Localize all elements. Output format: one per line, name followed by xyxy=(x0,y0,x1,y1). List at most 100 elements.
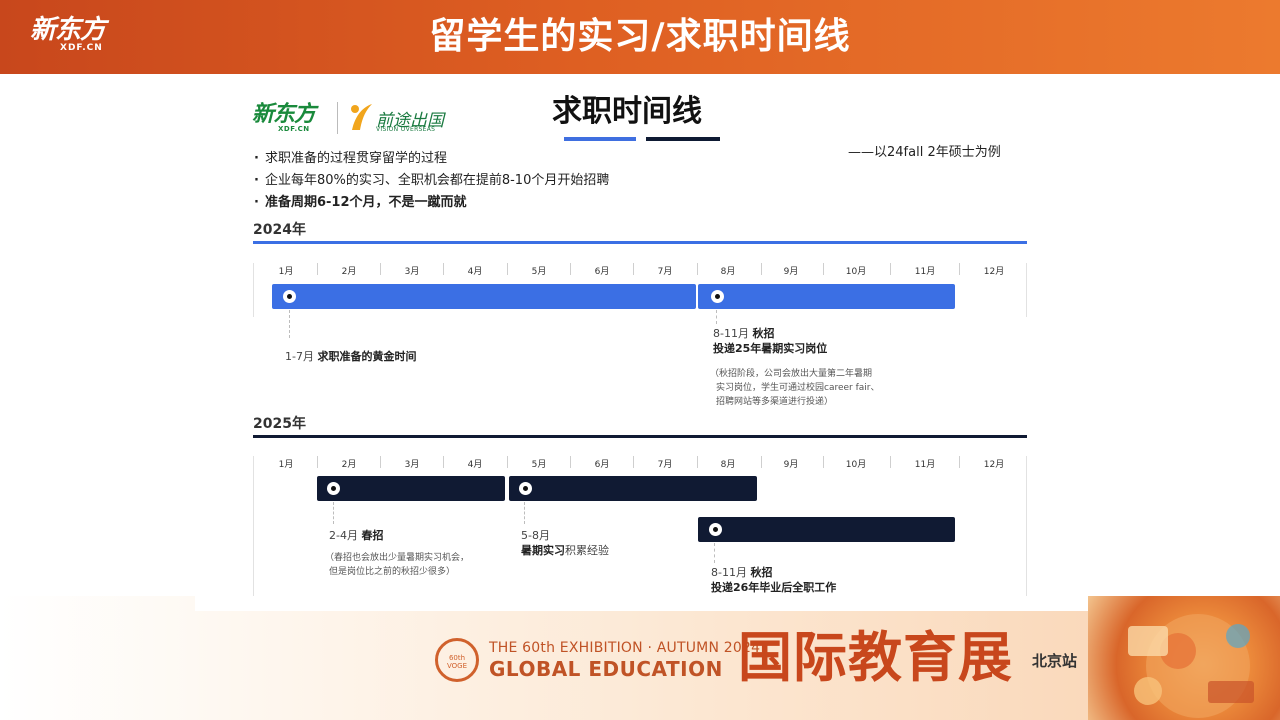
year-label-2024: 2024年 xyxy=(253,222,306,238)
month-label: 12月 xyxy=(983,267,1005,277)
event-title: 秋招 xyxy=(750,566,773,579)
page-title: 留学生的实习/求职时间线 xyxy=(429,16,851,57)
timeline-bar-2024-fall xyxy=(698,284,955,309)
event-range: 1-7月 xyxy=(285,350,314,363)
qiantu-emblem-icon xyxy=(351,104,372,130)
event-detail: 投递26年毕业后全职工作 xyxy=(711,581,837,594)
milestone-dot xyxy=(327,482,340,495)
event-note-2024-fall: （秋招阶段，公司会放出大量第二年暑期 实习岗位，学生可通过校园career fa… xyxy=(710,367,880,409)
event-title: 秋招 xyxy=(752,327,775,340)
logo-divider xyxy=(337,102,338,134)
month-label: 5月 xyxy=(531,267,547,277)
note-line: （春招也会放出少量暑期实习机会， xyxy=(325,553,470,563)
milestone-dot xyxy=(709,523,722,536)
milestone-stem xyxy=(333,502,334,524)
milestone-dot xyxy=(283,290,296,303)
year-divider-2025 xyxy=(253,435,1027,438)
month-tick xyxy=(570,263,571,275)
month-tick xyxy=(380,456,381,468)
event-range: 8-11月 xyxy=(713,327,749,340)
month-label: 10月 xyxy=(845,460,867,470)
month-tick xyxy=(380,263,381,275)
month-label: 8月 xyxy=(720,460,736,470)
emblem-text: VOGE xyxy=(446,662,468,670)
month-tick xyxy=(959,456,960,468)
month-label: 9月 xyxy=(783,460,799,470)
event-note-2025-spring: （春招也会放出少量暑期实习机会， 但是岗位比之前的秋招少很多） xyxy=(325,551,469,579)
example-note: ——以24fall 2年硕士为例 xyxy=(848,145,1001,160)
event-title: 求职准备的黄金时间 xyxy=(317,350,417,363)
timeline-bar-2024-prep xyxy=(272,284,696,309)
title-underline-navy xyxy=(646,137,720,141)
event-range: 2-4月 xyxy=(329,529,358,542)
month-tick xyxy=(633,263,634,275)
event-range: 5-8月 xyxy=(521,529,550,542)
month-label: 5月 xyxy=(531,460,547,470)
timeline-bar-2025-spring xyxy=(317,476,505,501)
timeline-bar-2025-intern xyxy=(509,476,757,501)
event-range: 8-11月 xyxy=(711,566,747,579)
month-label: 6月 xyxy=(594,267,610,277)
event-label-2025-fall: 8-11月 秋招 投递26年毕业后全职工作 xyxy=(711,565,836,595)
expo-name-en: GLOBAL EDUCATION xyxy=(489,657,723,681)
xdf-brand-logo: 新东方 XDF.CN xyxy=(252,102,316,134)
qiantu-logo: 前途出国 VISION OVERSEAS xyxy=(346,100,456,136)
milestone-stem xyxy=(289,310,290,338)
event-label-2024-prep: 1-7月 求职准备的黄金时间 xyxy=(285,349,416,364)
expo-emblem-icon: 60th VOGE xyxy=(435,638,479,682)
xdf-brand-en: XDF.CN xyxy=(278,125,310,133)
month-label: 10月 xyxy=(845,267,867,277)
month-tick xyxy=(959,263,960,275)
milestone-stem xyxy=(714,543,715,563)
expo-artwork xyxy=(1088,596,1280,720)
note-line: 但是岗位比之前的秋招少很多） xyxy=(329,567,456,577)
month-tick xyxy=(890,263,891,275)
month-label: 3月 xyxy=(404,267,420,277)
event-detail: 投递25年暑期实习岗位 xyxy=(713,342,828,355)
month-tick xyxy=(443,263,444,275)
month-tick xyxy=(570,456,571,468)
timeline-bar-2025-fall xyxy=(698,517,955,542)
month-label: 4月 xyxy=(467,460,483,470)
milestone-dot xyxy=(519,482,532,495)
month-tick xyxy=(823,263,824,275)
note-line: 实习岗位，学生可通过校园career fair、 xyxy=(716,383,880,393)
year-label-2025: 2025年 xyxy=(253,416,306,432)
event-title: 暑期实习 xyxy=(521,544,565,557)
milestone-stem xyxy=(716,310,717,324)
month-label: 4月 xyxy=(467,267,483,277)
month-label: 3月 xyxy=(404,460,420,470)
emblem-text: 60th xyxy=(448,654,466,662)
month-tick xyxy=(507,263,508,275)
month-label: 8月 xyxy=(720,267,736,277)
event-title: 春招 xyxy=(361,529,384,542)
expo-city: 北京站 xyxy=(1032,652,1078,670)
month-label: 1月 xyxy=(278,460,294,470)
month-tick xyxy=(317,456,318,468)
month-label: 1月 xyxy=(278,267,294,277)
expo-edition: THE 60th EXHIBITION · AUTUMN 2024 xyxy=(489,640,761,656)
title-underline-blue xyxy=(564,137,636,141)
bullet-item: 准备周期6-12个月，不是一蹴而就 xyxy=(254,194,467,212)
month-label: 11月 xyxy=(914,460,936,470)
month-label: 12月 xyxy=(983,460,1005,470)
year-divider-2024 xyxy=(253,241,1027,244)
month-tick xyxy=(633,456,634,468)
footer-slide-edge xyxy=(195,596,1088,611)
xdf-brand-cn: 新东方 xyxy=(252,102,316,127)
month-label: 7月 xyxy=(657,460,673,470)
bullet-item: 企业每年80%的实习、全职机会都在提前8-10个月开始招聘 xyxy=(254,172,609,190)
month-label: 9月 xyxy=(783,267,799,277)
month-tick xyxy=(890,456,891,468)
section-title: 求职时间线 xyxy=(552,94,702,129)
month-label: 7月 xyxy=(657,267,673,277)
event-label-2025-spring: 2-4月 春招 xyxy=(329,528,383,543)
month-tick xyxy=(443,456,444,468)
month-tick xyxy=(507,456,508,468)
month-tick xyxy=(317,263,318,275)
event-label-2025-intern: 5-8月 暑期实习积累经验 xyxy=(521,528,609,558)
month-label: 6月 xyxy=(594,460,610,470)
event-label-2024-fall: 8-11月 秋招 投递25年暑期实习岗位 xyxy=(713,326,827,356)
month-label: 2月 xyxy=(341,267,357,277)
month-label: 11月 xyxy=(914,267,936,277)
